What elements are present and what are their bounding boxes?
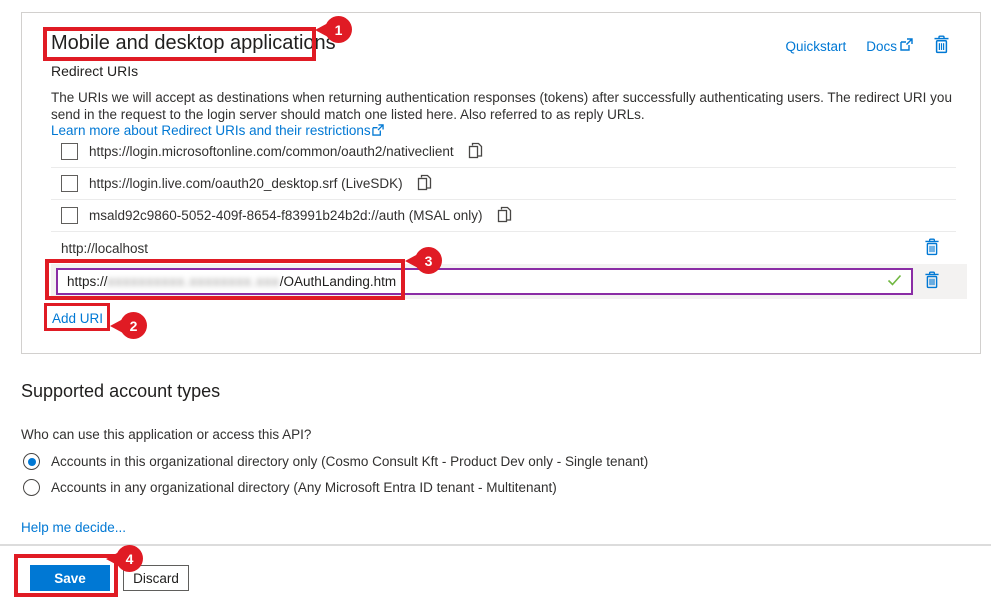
supported-account-types-heading: Supported account types <box>21 381 220 402</box>
copy-uri-button[interactable] <box>417 174 432 194</box>
new-uri-input[interactable]: https://xxxxxxxxxx.xxxxxxxx.xxx/OAuthLan… <box>56 268 913 295</box>
copy-icon <box>417 174 432 194</box>
uri-label: https://login.live.com/oauth20_desktop.s… <box>89 176 403 191</box>
copy-uri-button[interactable] <box>468 142 483 162</box>
uri-redacted-host: xxxxxxxxxx.xxxxxxxx.xxx <box>108 274 280 289</box>
delete-icon <box>924 271 940 292</box>
redirect-uri-list: https://login.microsoftonline.com/common… <box>51 136 956 232</box>
discard-button[interactable]: Discard <box>123 565 189 591</box>
footer-divider <box>0 544 991 546</box>
uri-checkbox[interactable] <box>61 175 78 192</box>
description-text: The URIs we will accept as destinations … <box>51 90 952 122</box>
localhost-uri-label: http://localhost <box>61 241 148 256</box>
delete-uri-button[interactable] <box>924 271 940 292</box>
uri-checkbox[interactable] <box>61 143 78 160</box>
radio-label: Accounts in any organizational directory… <box>51 480 557 495</box>
mobile-desktop-platform-card: Mobile and desktop applications Quicksta… <box>21 12 981 354</box>
delete-uri-button[interactable] <box>924 238 940 259</box>
radio-label: Accounts in this organizational director… <box>51 454 648 469</box>
delete-icon <box>933 35 950 57</box>
external-link-icon <box>900 38 913 54</box>
account-types-question: Who can use this application or access t… <box>21 427 311 442</box>
valid-check-icon <box>887 274 902 289</box>
delete-icon <box>924 238 940 259</box>
radio-button[interactable] <box>23 453 40 470</box>
uri-label: https://login.microsoftonline.com/common… <box>89 144 454 159</box>
platform-card-title: Mobile and desktop applications <box>51 32 336 55</box>
account-type-option-multitenant[interactable]: Accounts in any organizational directory… <box>23 479 557 496</box>
add-uri-link[interactable]: Add URI <box>52 311 103 326</box>
copy-icon <box>468 142 483 162</box>
radio-button[interactable] <box>23 479 40 496</box>
new-uri-row: https://xxxxxxxxxx.xxxxxxxx.xxx/OAuthLan… <box>51 264 967 299</box>
platform-card-actions: Quickstart Docs <box>785 35 950 57</box>
help-me-decide-link[interactable]: Help me decide... <box>21 520 126 535</box>
redirect-uris-heading: Redirect URIs <box>51 63 138 79</box>
docs-link[interactable]: Docs <box>866 38 913 54</box>
save-button[interactable]: Save <box>30 565 110 591</box>
uri-prefix-text: https:// <box>67 274 108 289</box>
account-type-option-single-tenant[interactable]: Accounts in this organizational director… <box>23 453 648 470</box>
copy-icon <box>497 206 512 226</box>
redirect-uris-description: The URIs we will accept as destinations … <box>51 90 956 141</box>
copy-uri-button[interactable] <box>497 206 512 226</box>
uri-checkbox[interactable] <box>61 207 78 224</box>
redirect-uri-row: https://login.microsoftonline.com/common… <box>51 136 956 168</box>
localhost-uri-row: http://localhost <box>51 232 966 264</box>
docs-link-label: Docs <box>866 39 897 54</box>
redirect-uri-row: msald92c9860-5052-409f-8654-f83991b24b2d… <box>51 200 956 232</box>
uri-suffix-text: /OAuthLanding.htm <box>280 274 396 289</box>
delete-platform-button[interactable] <box>933 35 950 57</box>
quickstart-link[interactable]: Quickstart <box>785 39 846 54</box>
redirect-uri-row: https://login.live.com/oauth20_desktop.s… <box>51 168 956 200</box>
app-registration-authentication-page: Mobile and desktop applications Quicksta… <box>0 0 1002 602</box>
uri-label: msald92c9860-5052-409f-8654-f83991b24b2d… <box>89 208 483 223</box>
